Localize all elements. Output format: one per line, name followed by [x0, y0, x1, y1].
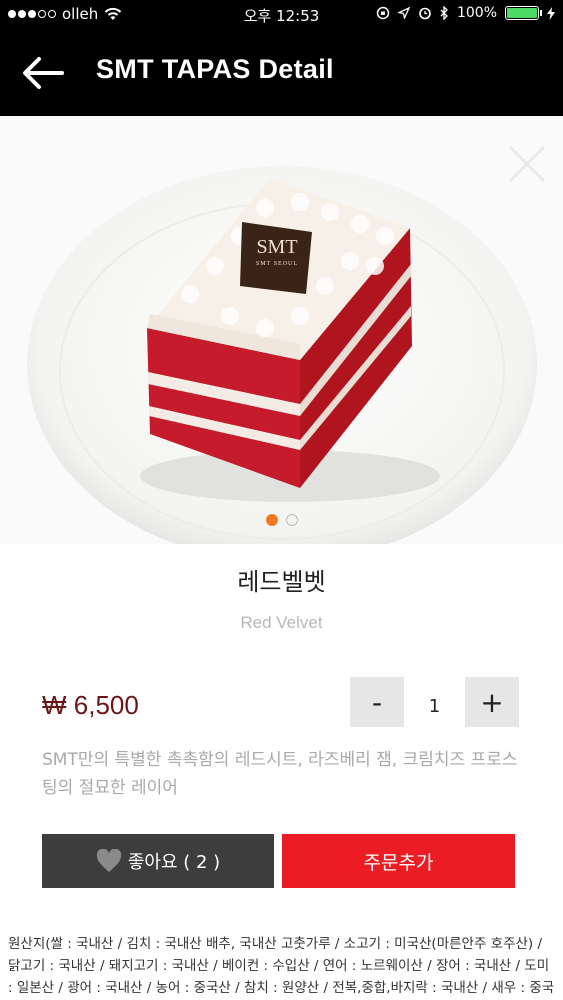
battery-fill	[507, 8, 537, 18]
cake-logo-text: SMT	[256, 236, 298, 258]
pager-dot[interactable]	[285, 514, 298, 526]
close-button[interactable]	[507, 144, 547, 184]
cake-logo-tag: SMT SMT SEOUL	[246, 228, 308, 286]
quantity-increase-button[interactable]: +	[465, 677, 519, 727]
cake-logo-subtext: SMT SEOUL	[255, 261, 299, 267]
like-button[interactable]: 좋아요 ( 2 )	[42, 834, 274, 888]
bluetooth-icon	[440, 6, 448, 20]
status-bar: olleh 오후 12:53 100%	[0, 0, 563, 30]
charging-icon	[547, 6, 555, 20]
location-icon	[397, 7, 410, 19]
product-image-carousel[interactable]: SMT SMT SEOUL	[0, 116, 563, 544]
product-price: ₩ 6,500	[42, 690, 139, 720]
pager-dot-active[interactable]	[265, 514, 278, 526]
status-right: 100%	[376, 5, 555, 21]
product-name-english: Red Velvet	[240, 613, 323, 632]
order-label: 주문추가	[363, 851, 434, 874]
product-description: SMT만의 특별한 촉촉함의 레드시트, 라즈베리 잼, 크림치즈 프로스팅의 …	[42, 750, 518, 798]
heart-icon	[96, 849, 121, 872]
battery-percent: 100%	[456, 5, 497, 21]
arrow-left-icon	[23, 57, 64, 89]
quantity-decrease-button[interactable]: -	[350, 677, 404, 727]
add-order-button[interactable]: 주문추가	[282, 834, 515, 888]
app-header: SMT TAPAS Detail	[0, 30, 563, 116]
product-name-korean: 레드벨벳	[237, 568, 326, 596]
carousel-pager	[0, 514, 563, 526]
like-label: 좋아요 ( 2 )	[127, 852, 221, 873]
product-photo	[0, 116, 563, 544]
back-button[interactable]	[18, 50, 68, 96]
orientation-lock-icon	[376, 6, 390, 20]
origin-info: 원산지(쌀 : 국내산 / 김치 : 국내산 배추, 국내산 고춧가루 / 소고…	[8, 936, 555, 996]
quantity-value: 1	[428, 696, 441, 717]
page-title: SMT TAPAS Detail	[96, 54, 334, 84]
close-icon	[508, 145, 546, 183]
battery-icon	[505, 6, 542, 20]
alarm-icon	[419, 7, 431, 20]
